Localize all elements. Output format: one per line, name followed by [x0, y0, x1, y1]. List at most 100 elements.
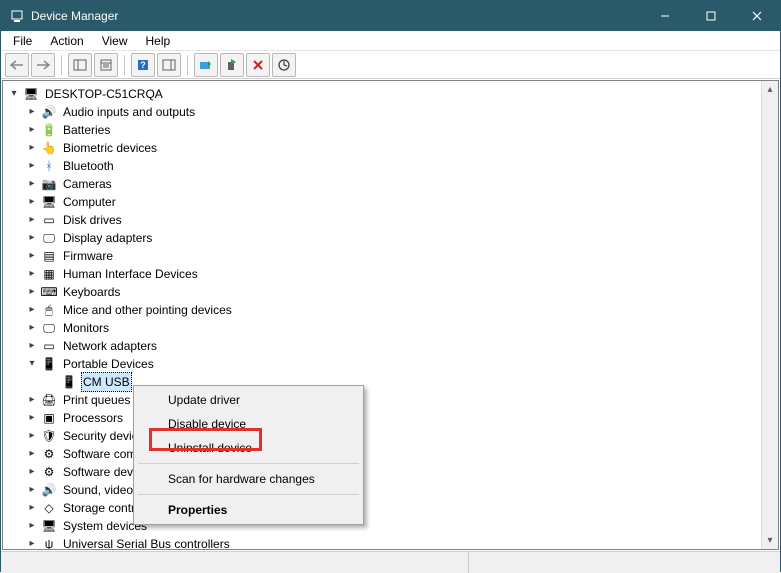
back-button[interactable]: [5, 53, 29, 77]
tree-row[interactable]: 📱CM USB: [5, 373, 776, 391]
maximize-button[interactable]: [688, 1, 734, 31]
expand-icon[interactable]: ▸: [25, 303, 39, 317]
expand-icon[interactable]: ▸: [25, 321, 39, 335]
tree-label: Audio inputs and outputs: [61, 103, 197, 121]
tree-label: Network adapters: [61, 337, 159, 355]
tree-label: Batteries: [61, 121, 112, 139]
help-button[interactable]: ?: [131, 53, 155, 77]
action-pane-button[interactable]: [157, 53, 181, 77]
tree-row[interactable]: ▸👆Biometric devices: [5, 139, 776, 157]
expand-icon[interactable]: ▸: [25, 501, 39, 515]
tree-label: Human Interface Devices: [61, 265, 200, 283]
cm-disable-device[interactable]: Disable device: [136, 412, 361, 436]
tree-row[interactable]: ▸ᚼBluetooth: [5, 157, 776, 175]
device-category-icon: ⚙: [41, 446, 57, 462]
device-category-icon: 🖱: [41, 302, 57, 318]
device-category-icon: ▦: [41, 266, 57, 282]
enable-device-button[interactable]: [220, 53, 244, 77]
window-title: Device Manager: [31, 9, 642, 23]
expand-icon[interactable]: ▸: [25, 213, 39, 227]
device-category-icon: ⌨: [41, 284, 57, 300]
expand-icon[interactable]: ▸: [25, 465, 39, 479]
expand-icon[interactable]: ▸: [25, 267, 39, 281]
tree-row[interactable]: ▸🔋Batteries: [5, 121, 776, 139]
expand-icon[interactable]: ▸: [25, 123, 39, 137]
menu-view[interactable]: View: [94, 32, 136, 50]
scroll-down-arrow[interactable]: ▾: [762, 532, 778, 549]
vertical-scrollbar[interactable]: ▴ ▾: [761, 81, 778, 549]
tree-row[interactable]: ▸⚙Software devices: [5, 463, 776, 481]
tree-label: Mice and other pointing devices: [61, 301, 234, 319]
expand-icon[interactable]: ▸: [25, 339, 39, 353]
properties-button[interactable]: [94, 53, 118, 77]
tree-row[interactable]: ▸▤Firmware: [5, 247, 776, 265]
forward-button[interactable]: [31, 53, 55, 77]
device-category-icon: 🖵: [41, 320, 57, 336]
tree-row[interactable]: ▸▭Disk drives: [5, 211, 776, 229]
update-driver-button[interactable]: [194, 53, 218, 77]
expand-icon[interactable]: ▸: [25, 447, 39, 461]
device-category-icon: 🖥: [23, 86, 39, 102]
show-hide-tree-button[interactable]: [68, 53, 92, 77]
tree-label: Computer: [61, 193, 118, 211]
menu-help[interactable]: Help: [138, 32, 179, 50]
tree-row[interactable]: ▸⌨Keyboards: [5, 283, 776, 301]
tree-row[interactable]: ▸🖱Mice and other pointing devices: [5, 301, 776, 319]
menubar: File Action View Help: [1, 31, 780, 51]
menu-action[interactable]: Action: [42, 32, 91, 50]
tree-row[interactable]: ▸🖥Computer: [5, 193, 776, 211]
tree-row[interactable]: ▸▭Network adapters: [5, 337, 776, 355]
tree-row[interactable]: ▸🖵Monitors: [5, 319, 776, 337]
collapse-icon[interactable]: ▾: [7, 87, 21, 101]
expand-icon[interactable]: ▸: [25, 285, 39, 299]
tree-row[interactable]: ▸🖨Print queues: [5, 391, 776, 409]
expand-icon[interactable]: ▸: [25, 159, 39, 173]
tree-label: DESKTOP-C51CRQA: [43, 85, 165, 103]
app-icon: [9, 8, 25, 24]
cm-properties[interactable]: Properties: [136, 498, 361, 522]
tree-row[interactable]: ▸🖥System devices: [5, 517, 776, 535]
tree-label: Bluetooth: [61, 157, 116, 175]
expand-icon[interactable]: ▸: [25, 177, 39, 191]
tree-label: Cameras: [61, 175, 114, 193]
tree-row[interactable]: ▸⚙Software components: [5, 445, 776, 463]
device-category-icon: 📱: [41, 356, 57, 372]
device-category-icon: 🖥: [41, 194, 57, 210]
tree-label: Firmware: [61, 247, 115, 265]
uninstall-button[interactable]: [246, 53, 270, 77]
tree-row[interactable]: ▸◇Storage controllers: [5, 499, 776, 517]
expand-icon[interactable]: ▸: [25, 393, 39, 407]
tree-row[interactable]: ▸🛡Security devices: [5, 427, 776, 445]
expand-icon[interactable]: ▸: [25, 537, 39, 550]
expand-icon[interactable]: ▸: [25, 429, 39, 443]
tree-row[interactable]: ▸🔊Sound, video and game controllers: [5, 481, 776, 499]
tree-row[interactable]: ▸ψUniversal Serial Bus controllers: [5, 535, 776, 550]
tree-label: CM USB: [81, 372, 132, 392]
expand-icon[interactable]: ▸: [25, 519, 39, 533]
minimize-button[interactable]: [642, 1, 688, 31]
tree-row[interactable]: ▸▣Processors: [5, 409, 776, 427]
tree-row[interactable]: ▾📱Portable Devices: [5, 355, 776, 373]
tree-label: Biometric devices: [61, 139, 159, 157]
expand-icon[interactable]: ▸: [25, 105, 39, 119]
tree-row[interactable]: ▾🖥DESKTOP-C51CRQA: [5, 85, 776, 103]
cm-update-driver[interactable]: Update driver: [136, 388, 361, 412]
expand-icon[interactable]: ▸: [25, 249, 39, 263]
expand-icon[interactable]: ▸: [25, 411, 39, 425]
expand-icon[interactable]: ▸: [25, 231, 39, 245]
tree-row[interactable]: ▸🖵Display adapters: [5, 229, 776, 247]
device-category-icon: ᚼ: [41, 158, 57, 174]
expand-icon[interactable]: ▸: [25, 195, 39, 209]
scroll-up-arrow[interactable]: ▴: [762, 81, 778, 98]
cm-uninstall-device[interactable]: Uninstall device: [136, 436, 361, 460]
tree-row[interactable]: ▸🔊Audio inputs and outputs: [5, 103, 776, 121]
expand-icon[interactable]: ▸: [25, 483, 39, 497]
cm-scan-hardware[interactable]: Scan for hardware changes: [136, 467, 361, 491]
menu-file[interactable]: File: [5, 32, 40, 50]
close-button[interactable]: [734, 1, 780, 31]
expand-icon[interactable]: ▸: [25, 141, 39, 155]
scan-hardware-button[interactable]: [272, 53, 296, 77]
tree-row[interactable]: ▸▦Human Interface Devices: [5, 265, 776, 283]
collapse-icon[interactable]: ▾: [25, 357, 39, 371]
tree-row[interactable]: ▸📷Cameras: [5, 175, 776, 193]
